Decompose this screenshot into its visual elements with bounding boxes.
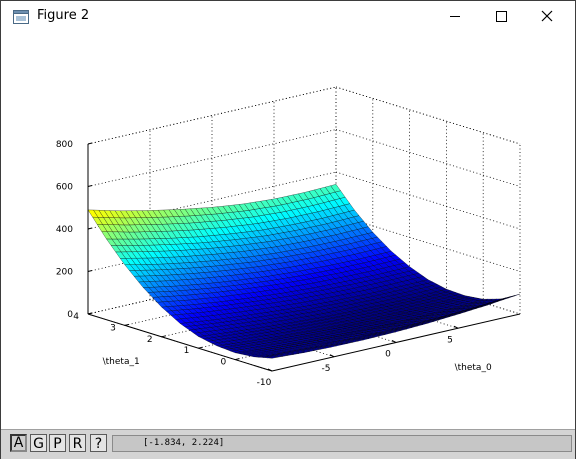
minimize-button[interactable]: [432, 1, 478, 32]
maximize-button[interactable]: [478, 1, 524, 32]
z-tick-label: 600: [56, 183, 73, 193]
y-tick-label: 1: [184, 346, 190, 356]
z-tick: [87, 185, 93, 187]
z-grid-line: [335, 129, 521, 187]
y-tick: [235, 358, 240, 361]
z-tick: [87, 142, 93, 145]
x-tick-label: -5: [322, 364, 331, 374]
x-tick-label: -10: [257, 378, 272, 388]
window-title: Figure 2: [37, 8, 90, 23]
z-tick: [87, 312, 93, 315]
figure-toolbar: A G P R ? [-1.834, 2.224]: [1, 429, 575, 459]
x-axis-label: \theta_0: [455, 363, 492, 373]
z-tick-label: 400: [56, 225, 73, 235]
z-tick-label: 200: [56, 268, 73, 278]
figure-window-icon: [13, 9, 29, 24]
title-bar[interactable]: Figure 2: [1, 1, 575, 32]
help-button[interactable]: ?: [90, 434, 107, 452]
y-tick-label: 3: [110, 323, 116, 333]
z-tick-label: 0: [67, 310, 73, 320]
figure-window: Figure 2 -10 -5 0 5 0 1 2 3 4 0 200 400 600 800 \theta…: [0, 0, 576, 459]
grid-toggle-button[interactable]: G: [30, 434, 47, 452]
y-tick: [124, 323, 129, 326]
y-axis-label: \theta_1: [103, 357, 140, 367]
rotate-button[interactable]: R: [69, 434, 86, 452]
x-tick-label: 0: [385, 350, 391, 360]
y-tick-label: 0: [220, 358, 226, 368]
z-grid-line: [87, 86, 337, 145]
box-edge: [87, 86, 337, 145]
figure-canvas[interactable]: -10 -5 0 5 0 1 2 3 4 0 200 400 600 800 \theta_0 \theta_…: [1, 32, 575, 429]
autoscale-button[interactable]: A: [10, 434, 27, 452]
y-tick: [161, 335, 166, 338]
z-tick: [87, 227, 93, 230]
pan-button[interactable]: P: [49, 434, 66, 452]
y-tick: [198, 346, 203, 349]
close-button[interactable]: [524, 1, 570, 32]
z-grid-line: [335, 171, 521, 230]
y-tick-label: 2: [147, 335, 153, 345]
box-edge: [335, 86, 521, 145]
z-tick: [87, 270, 93, 272]
coordinate-readout: [-1.834, 2.224]: [112, 435, 572, 452]
y-tick-label: 4: [73, 312, 79, 322]
surface-plot[interactable]: -10-505012340200400600800\theta_0\theta_…: [1, 32, 575, 429]
x-tick-label: 5: [447, 335, 453, 345]
z-tick-label: 800: [56, 140, 73, 150]
